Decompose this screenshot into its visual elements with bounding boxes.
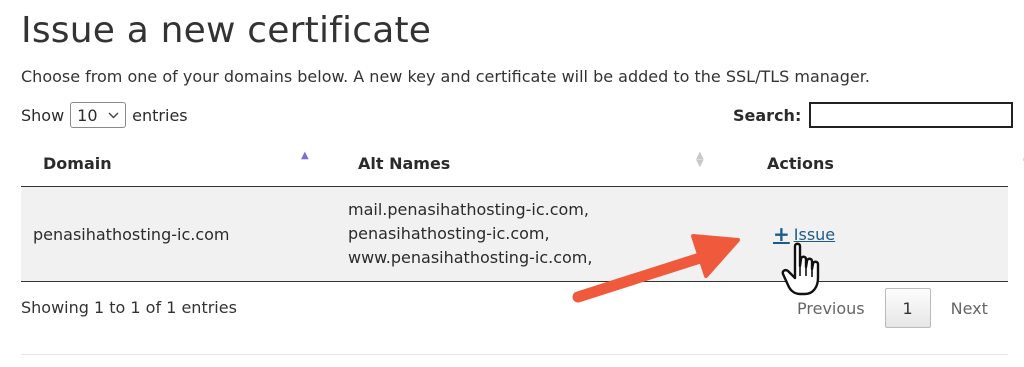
table-row: penasihathosting-ic.com mail.penasihatho… [21,186,1008,282]
entries-value: 10 [77,105,98,125]
entries-label: entries [132,105,188,125]
table-info: Showing 1 to 1 of 1 entries [21,298,237,317]
next-page-button[interactable]: Next [939,299,1000,318]
column-header-domain-label: Domain [43,153,112,173]
domain-cell: penasihathosting-ic.com [21,186,338,282]
hand-pointer-icon [781,242,820,296]
table-header-row: Domain ▲ Alt Names ▲▼ Actions ▲▼ [21,140,1024,187]
search-label: Search: [733,105,802,125]
column-header-alt-names-label: Alt Names [358,153,451,173]
alt-names-cell: mail.penasihathosting-ic.com, penasihath… [338,186,755,282]
page-number-button[interactable]: 1 [884,288,931,328]
column-header-actions[interactable]: Actions ▲▼ [755,140,1024,187]
alt-name-item: penasihathosting-ic.com, [348,224,550,243]
page-description: Choose from one of your domains below. A… [21,67,870,86]
alt-name-item: mail.penasihathosting-ic.com, [348,200,589,219]
sort-asc-icon: ▲ [301,150,309,161]
alt-name-item: www.penasihathosting-ic.com, [348,248,593,267]
entries-select[interactable]: 10 [70,102,127,128]
column-header-domain[interactable]: Domain ▲ [21,140,338,187]
divider [21,354,1008,355]
show-label: Show [21,105,65,125]
search-control: Search: [733,102,1014,128]
previous-page-button[interactable]: Previous [785,299,877,318]
sort-arrows-icon: ▲▼ [696,150,704,169]
entries-control: Show 10 entries [21,102,188,128]
search-input[interactable] [809,102,1014,128]
page-title: Issue a new certificate [21,10,432,51]
column-header-alt-names[interactable]: Alt Names ▲ ▼ [338,140,755,187]
column-header-actions-label: Actions [767,153,834,173]
domains-table: Domain ▲ Alt Names ▲▼ Actions ▲▼ penasih… [21,140,1024,282]
chevron-down-icon [108,112,119,118]
